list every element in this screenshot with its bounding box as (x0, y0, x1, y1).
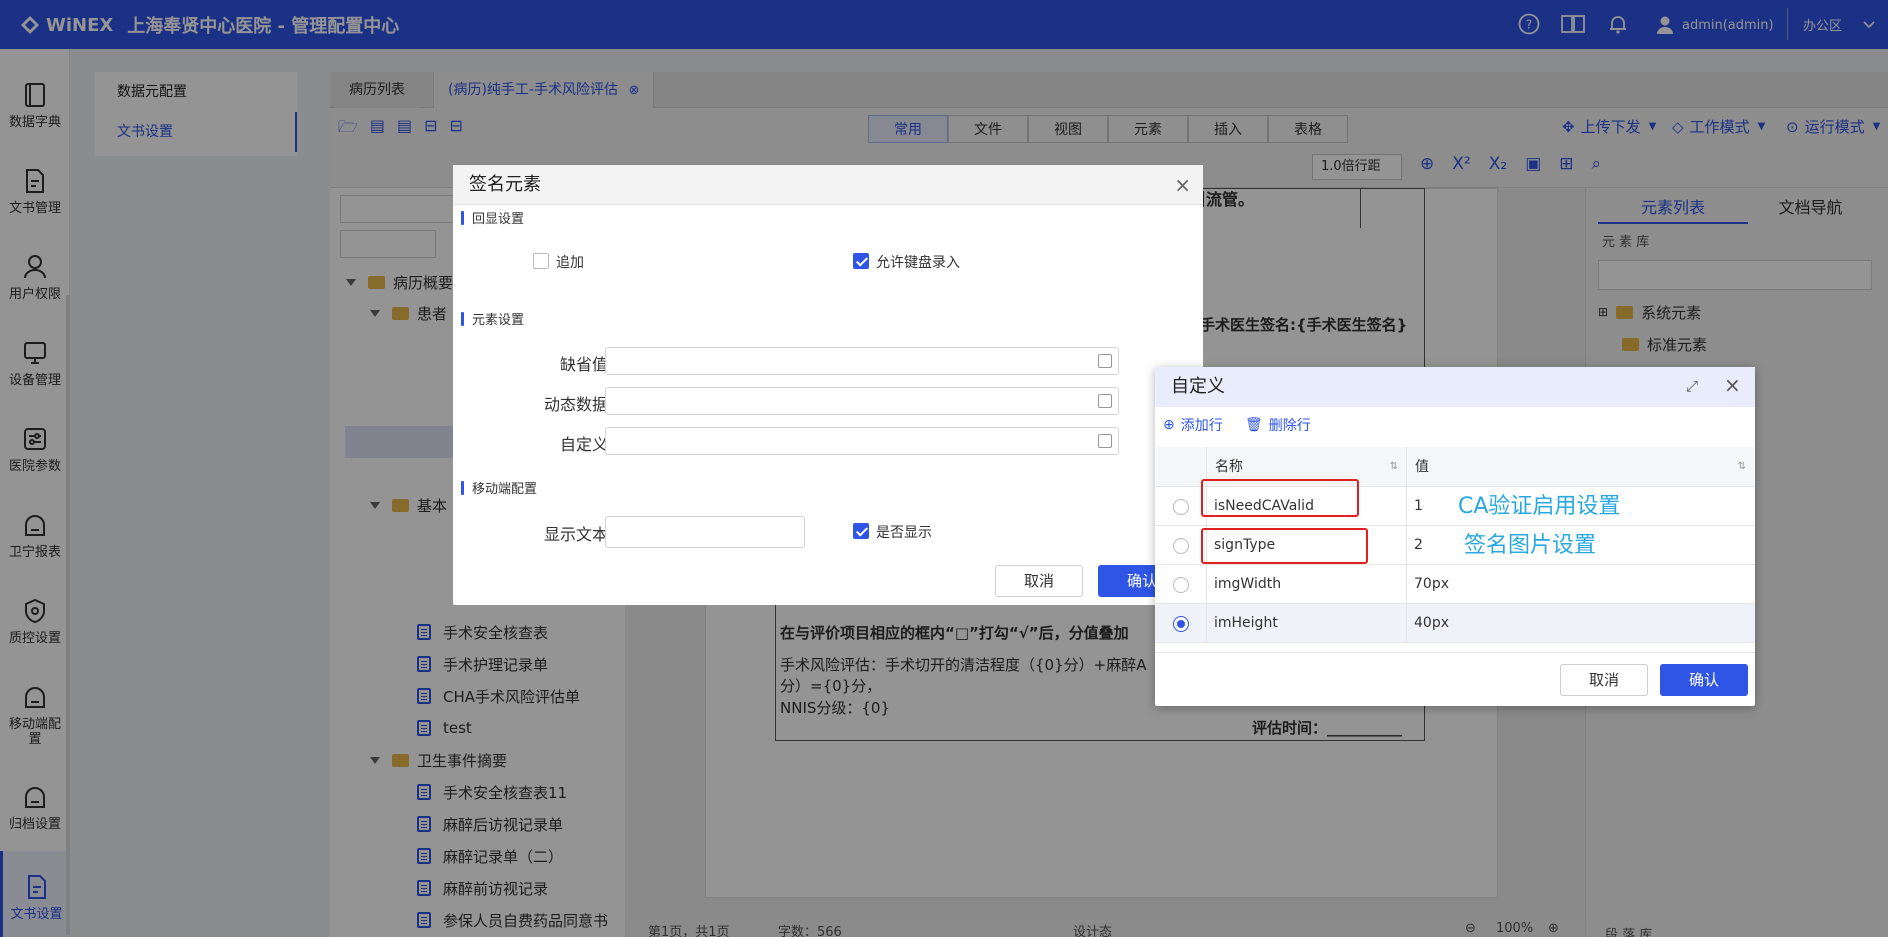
signature-element-dialog: 签名元素 × 回显设置 追加 允许键盘录入 元素设置 缺省值 动态数据 自定义 … (453, 165, 1203, 605)
dynamic-data-input[interactable] (605, 387, 1119, 415)
delete-row-label: 删除行 (1268, 418, 1311, 434)
section-display: 回显设置 (461, 208, 524, 227)
trash-icon: 🗑 (1245, 417, 1263, 433)
close-icon[interactable]: × (1724, 373, 1741, 397)
section-label: 移动端配置 (472, 482, 538, 497)
select-column-header (1156, 447, 1206, 487)
add-row-label: 添加行 (1180, 418, 1223, 434)
is-display-label: 是否显示 (876, 525, 932, 541)
value-header-label: 值 (1415, 459, 1429, 475)
row-value[interactable]: 40px (1414, 604, 1449, 643)
sig-cancel-button[interactable]: 取消 (995, 565, 1083, 597)
dialog-title: 签名元素 (453, 165, 1203, 205)
footer-divider (1155, 652, 1755, 653)
section-label: 回显设置 (472, 212, 525, 227)
row-radio[interactable] (1173, 616, 1189, 632)
value-column-header[interactable]: 值 ⇅ (1406, 447, 1754, 487)
highlight-box (1201, 479, 1359, 517)
row-name[interactable]: imgWidth (1214, 565, 1281, 604)
custom-confirm-button[interactable]: 确认 (1660, 664, 1748, 696)
display-text-input[interactable] (605, 516, 805, 548)
delete-row-button[interactable]: 🗑 删除行 (1245, 415, 1311, 435)
custom-label: 自定义 (559, 435, 608, 454)
search-icon[interactable] (1098, 434, 1112, 448)
default-value-label: 缺省值 (559, 355, 608, 374)
close-icon[interactable]: × (1174, 173, 1191, 197)
display-text-label: 显示文本 (543, 525, 608, 544)
plus-circle-icon: ⊕ (1163, 417, 1175, 433)
section-label: 元素设置 (472, 313, 525, 328)
is-display-checkbox[interactable] (853, 523, 869, 539)
allow-keyboard-checkbox[interactable] (853, 253, 869, 269)
maximize-icon[interactable]: ⤢ (1686, 377, 1698, 395)
search-icon[interactable] (1098, 354, 1112, 368)
allow-keyboard-label: 允许键盘录入 (876, 255, 960, 271)
row-radio[interactable] (1173, 538, 1189, 554)
append-label: 追加 (556, 255, 584, 271)
table-row[interactable]: imgWidth 70px (1155, 565, 1755, 604)
table-row[interactable]: imHeight 40px (1155, 604, 1755, 643)
dialog-title: 自定义 (1155, 367, 1755, 407)
row-radio[interactable] (1173, 499, 1189, 515)
row-value[interactable]: 2 (1414, 526, 1423, 565)
sort-icon[interactable]: ⇅ (1390, 447, 1398, 487)
section-element: 元素设置 (461, 309, 524, 328)
row-name[interactable]: imHeight (1214, 604, 1278, 643)
row-value[interactable]: 70px (1414, 565, 1449, 604)
name-header-label: 名称 (1215, 459, 1243, 475)
default-value-input[interactable] (605, 347, 1119, 375)
annotation-ca: CA验证启用设置 (1458, 494, 1621, 519)
column-divider (1406, 447, 1407, 643)
append-checkbox[interactable] (533, 253, 549, 269)
add-row-button[interactable]: ⊕ 添加行 (1163, 415, 1223, 435)
annotation-sign-image: 签名图片设置 (1464, 533, 1597, 558)
custom-cancel-button[interactable]: 取消 (1560, 664, 1648, 696)
search-icon[interactable] (1098, 394, 1112, 408)
section-mobile: 移动端配置 (461, 478, 537, 497)
custom-input[interactable] (605, 427, 1119, 455)
highlight-box (1201, 528, 1368, 564)
dynamic-data-label: 动态数据 (543, 395, 608, 414)
row-value[interactable]: 1 (1414, 487, 1423, 526)
row-radio[interactable] (1173, 577, 1189, 593)
sort-icon[interactable]: ⇅ (1738, 447, 1746, 487)
